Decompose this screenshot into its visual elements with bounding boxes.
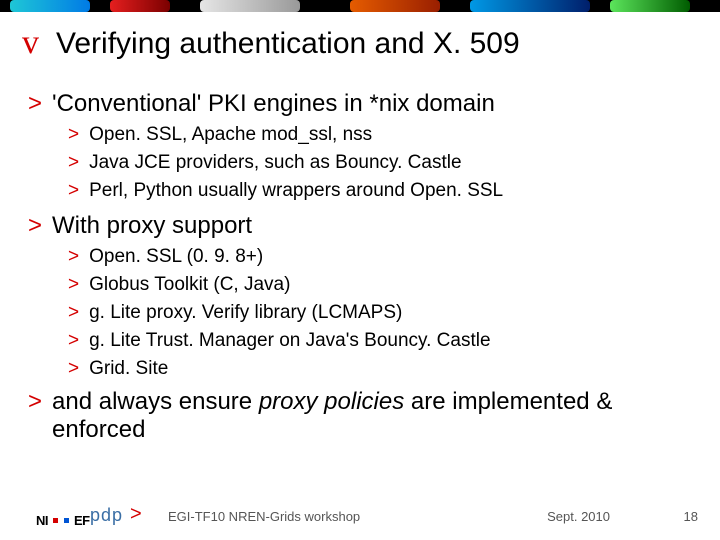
footer: NI EF pdp > EGI-TF10 NREN-Grids workshop… [0,504,720,534]
page-number: 18 [684,509,698,524]
bullet-level2: > Java JCE providers, such as Bouncy. Ca… [68,152,688,174]
chevron-icon: > [68,330,79,352]
logo-square-red-icon [53,518,58,523]
chevron-icon: > [68,152,79,174]
chevron-icon: > [68,124,79,146]
chevron-icon: > [68,302,79,324]
slide: v Verifying authentication and X. 509 > … [0,0,720,540]
chevron-icon: > [68,246,79,268]
bullet-text: Open. SSL (0. 9. 8+) [89,246,263,268]
title-row: v Verifying authentication and X. 509 [22,24,520,62]
bullet-text: Java JCE providers, such as Bouncy. Cast… [89,152,461,174]
bullet-level2: > Grid. Site [68,358,688,380]
bullet-level1: > 'Conventional' PKI engines in *nix dom… [28,90,688,118]
bullet-text: and always ensure proxy policies are imp… [52,388,688,444]
bullet-text: Perl, Python usually wrappers around Ope… [89,180,503,202]
decorative-top-band [0,0,720,12]
bullet-text: g. Lite Trust. Manager on Java's Bouncy.… [89,330,490,352]
bullet-level2: > Perl, Python usually wrappers around O… [68,180,688,202]
bullet-level2: > g. Lite proxy. Verify library (LCMAPS) [68,302,688,324]
bullet-text: Globus Toolkit (C, Java) [89,274,290,296]
bullet-level2: > g. Lite Trust. Manager on Java's Bounc… [68,330,688,352]
bullet-level1: > and always ensure proxy policies are i… [28,388,688,444]
chevron-icon: > [28,212,42,240]
bullet-text: Grid. Site [89,358,168,380]
bullet-level2: > Open. SSL (0. 9. 8+) [68,246,688,268]
chevron-icon: > [130,503,142,526]
chevron-icon: > [28,90,42,118]
footer-date: Sept. 2010 [547,509,610,524]
chevron-icon: > [68,180,79,202]
slide-body: > 'Conventional' PKI engines in *nix dom… [28,80,688,444]
bullet-level1: > With proxy support [28,212,688,240]
footer-center-text: EGI-TF10 NREN-Grids workshop [168,509,360,524]
pdp-label: pdp [90,505,123,526]
logo-square-blue-icon [64,518,69,523]
chevron-icon: > [28,388,42,444]
nikhef-logo: NI EF [36,513,90,528]
bullet-level2: > Globus Toolkit (C, Java) [68,274,688,296]
chevron-icon: > [68,358,79,380]
bullet-v-icon: v [22,24,40,62]
slide-title: Verifying authentication and X. 509 [56,27,520,61]
bullet-text: Open. SSL, Apache mod_ssl, nss [89,124,372,146]
bullet-text: With proxy support [52,212,252,240]
bullet-text: 'Conventional' PKI engines in *nix domai… [52,90,495,118]
chevron-icon: > [68,274,79,296]
bullet-level2: > Open. SSL, Apache mod_ssl, nss [68,124,688,146]
bullet-text: g. Lite proxy. Verify library (LCMAPS) [89,302,402,324]
